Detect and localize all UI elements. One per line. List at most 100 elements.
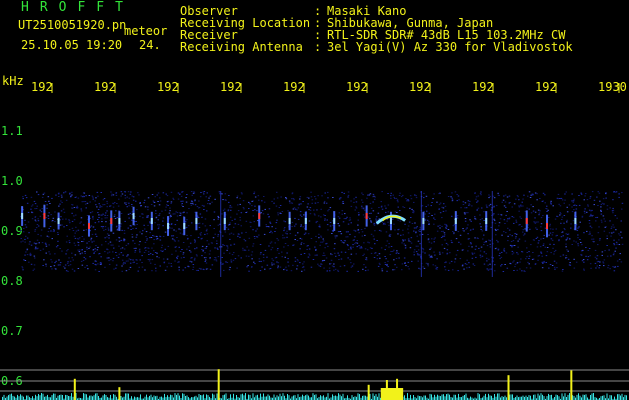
noise-pixel [213,228,215,229]
noise-pixel [60,200,62,202]
noise-pixel [301,270,303,272]
noise-pixel [542,238,545,239]
noise-pixel [421,233,424,235]
noise-pixel [479,214,481,216]
noise-pixel [379,257,381,259]
power-sample [3,394,5,400]
noise-pixel [306,249,308,250]
noise-pixel [258,234,260,236]
noise-pixel [512,216,515,218]
noise-pixel [34,247,37,249]
noise-pixel [299,214,302,216]
noise-pixel [286,233,288,235]
noise-pixel [251,251,254,253]
noise-pixel [248,270,250,272]
power-sample [458,393,459,400]
power-sample [149,395,150,400]
noise-pixel [603,203,605,205]
noise-pixel [228,195,230,196]
noise-pixel [144,247,147,249]
noise-pixel [252,215,255,217]
noise-pixel [102,226,104,227]
noise-pixel [395,197,398,199]
noise-pixel [399,220,402,222]
noise-pixel [34,257,36,259]
noise-pixel [125,244,128,246]
noise-pixel [147,209,149,211]
noise-pixel [493,218,495,220]
noise-pixel [423,267,426,269]
noise-pixel [264,208,266,210]
noise-pixel [542,215,544,217]
power-sample [419,396,420,400]
noise-pixel [587,250,590,251]
noise-pixel [179,193,181,195]
noise-pixel [337,252,339,254]
noise-pixel [92,216,94,218]
noise-pixel [528,263,530,265]
power-sample [278,396,279,400]
noise-pixel [22,240,24,242]
power-sample [92,396,93,400]
noise-pixel [105,221,107,223]
noise-pixel [415,251,418,253]
noise-pixel [423,197,425,199]
noise-pixel [77,229,80,231]
noise-pixel [48,212,50,214]
noise-pixel [417,245,419,247]
noise-pixel [160,247,163,249]
noise-pixel [330,263,332,264]
noise-pixel [20,238,22,239]
noise-pixel [50,230,52,232]
power-sample [9,394,11,400]
noise-pixel [236,267,238,269]
noise-pixel [129,193,132,195]
power-sample [569,393,570,400]
noise-pixel [166,266,168,268]
noise-pixel [28,243,31,245]
noise-pixel [599,238,601,240]
noise-pixel [538,240,540,242]
noise-pixel [465,207,468,209]
noise-pixel [519,268,521,270]
power-sample [279,393,281,400]
noise-pixel [271,262,273,264]
noise-pixel [268,216,270,218]
noise-pixel [555,262,558,264]
noise-pixel [36,239,39,241]
noise-pixel [73,242,76,244]
noise-pixel [321,241,324,243]
noise-pixel [476,201,478,203]
noise-pixel [385,231,388,233]
noise-pixel [417,254,419,256]
noise-pixel [120,191,123,193]
noise-pixel [343,218,346,220]
noise-pixel [340,251,343,253]
noise-pixel [475,196,478,198]
noise-pixel [389,235,391,237]
noise-pixel [442,207,445,209]
power-sample [182,393,183,400]
noise-pixel [271,200,273,202]
noise-pixel [349,217,351,219]
noise-pixel [40,229,43,231]
noise-pixel [411,223,414,224]
noise-pixel [560,197,563,199]
noise-pixel [297,218,300,220]
noise-pixel [444,269,447,271]
noise-pixel [404,223,406,225]
power-sample [539,395,540,400]
noise-pixel [58,205,60,207]
noise-pixel [80,195,82,197]
noise-pixel [149,221,151,223]
power-sample [549,395,551,400]
noise-pixel [419,234,421,236]
noise-pixel [118,237,121,239]
noise-pixel [549,223,551,225]
power-sample [206,394,207,400]
noise-pixel [521,201,523,203]
noise-pixel [429,248,431,250]
noise-pixel [366,197,368,199]
noise-pixel [341,191,343,193]
noise-pixel [173,229,175,231]
